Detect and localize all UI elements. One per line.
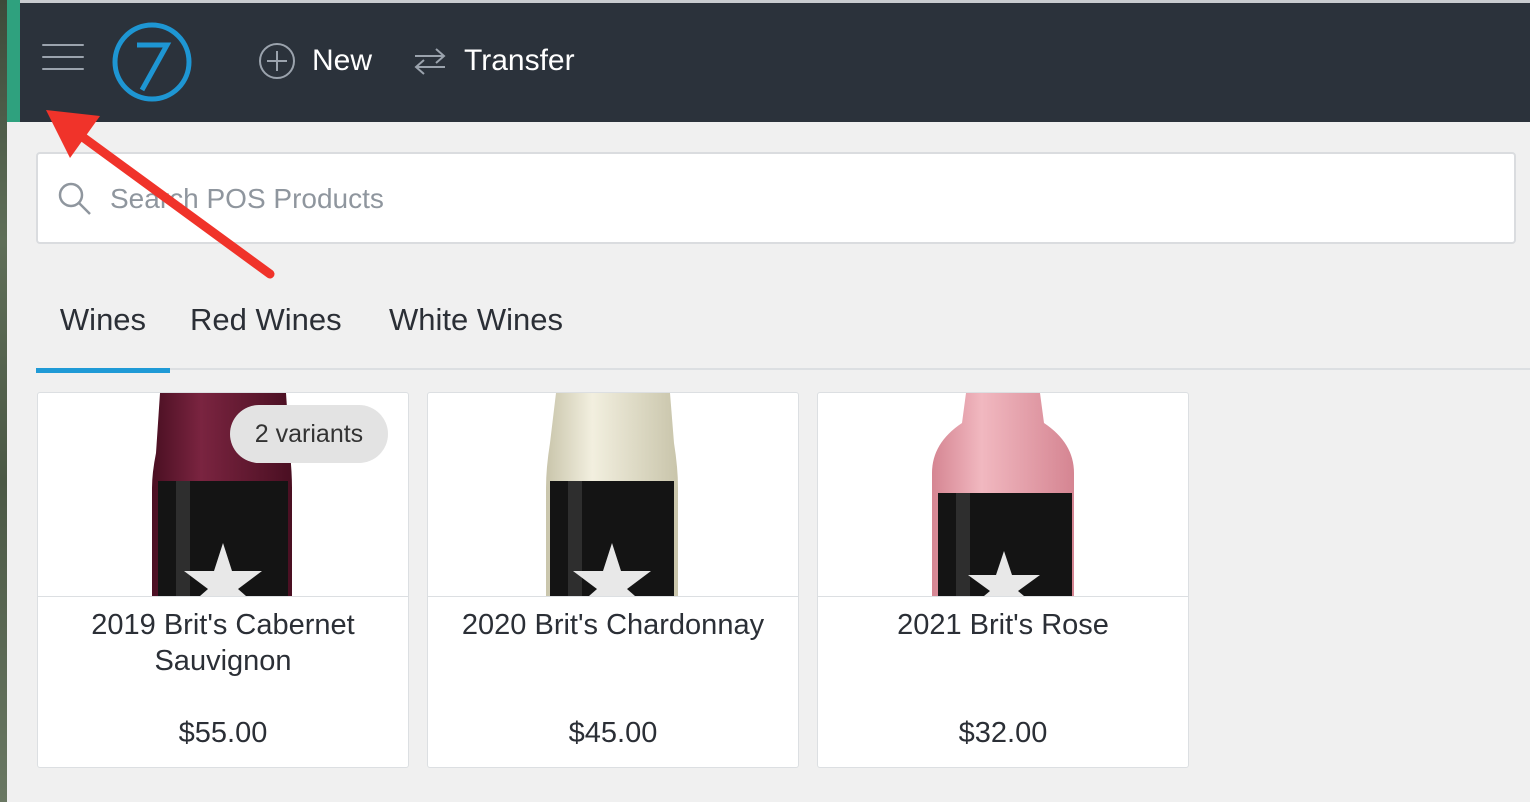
product-image: 2 variants [38,393,408,597]
tab-white-wines[interactable]: White Wines [389,302,563,368]
search-input[interactable] [108,174,1492,224]
product-card[interactable]: 2 variants 2019 Brit's Cabernet Sauvigno… [37,392,409,768]
new-button[interactable]: New [258,38,372,84]
plus-circle-icon [259,43,295,79]
product-name: 2019 Brit's Cabernet Sauvignon [91,609,355,677]
transfer-arrows-icon [414,48,446,75]
wine-bottle-icon [546,393,678,596]
product-price: $55.00 [178,717,268,749]
window-edge [0,0,7,802]
hamburger-icon[interactable] [42,44,84,80]
product-price: $32.00 [958,717,1048,749]
tab-wines[interactable]: Wines [36,302,170,373]
transfer-button[interactable]: Transfer [412,38,575,84]
product-name: 2020 Brit's Chardonnay [461,609,765,641]
product-image [818,393,1188,597]
search-icon [58,182,91,215]
wine-bottle-icon [932,393,1074,596]
topbar-accent-stripe [7,0,20,122]
product-card[interactable]: 2020 Brit's Chardonnay $45.00 [427,392,799,768]
transfer-button-label: Transfer [464,44,575,77]
product-price: $45.00 [568,717,658,749]
product-name: 2021 Brit's Rose [897,609,1109,641]
tab-red-wines[interactable]: Red Wines [190,302,342,368]
category-tabs: Wines Red Wines White Wines [36,280,1530,373]
new-button-label: New [312,44,373,77]
search-bar [36,152,1516,244]
top-navigation-bar [7,0,1530,122]
z-logo-icon[interactable] [110,20,194,104]
product-card[interactable]: 2021 Brit's Rose $32.00 [817,392,1189,768]
product-image [428,393,798,597]
variants-badge: 2 variants [230,405,388,463]
